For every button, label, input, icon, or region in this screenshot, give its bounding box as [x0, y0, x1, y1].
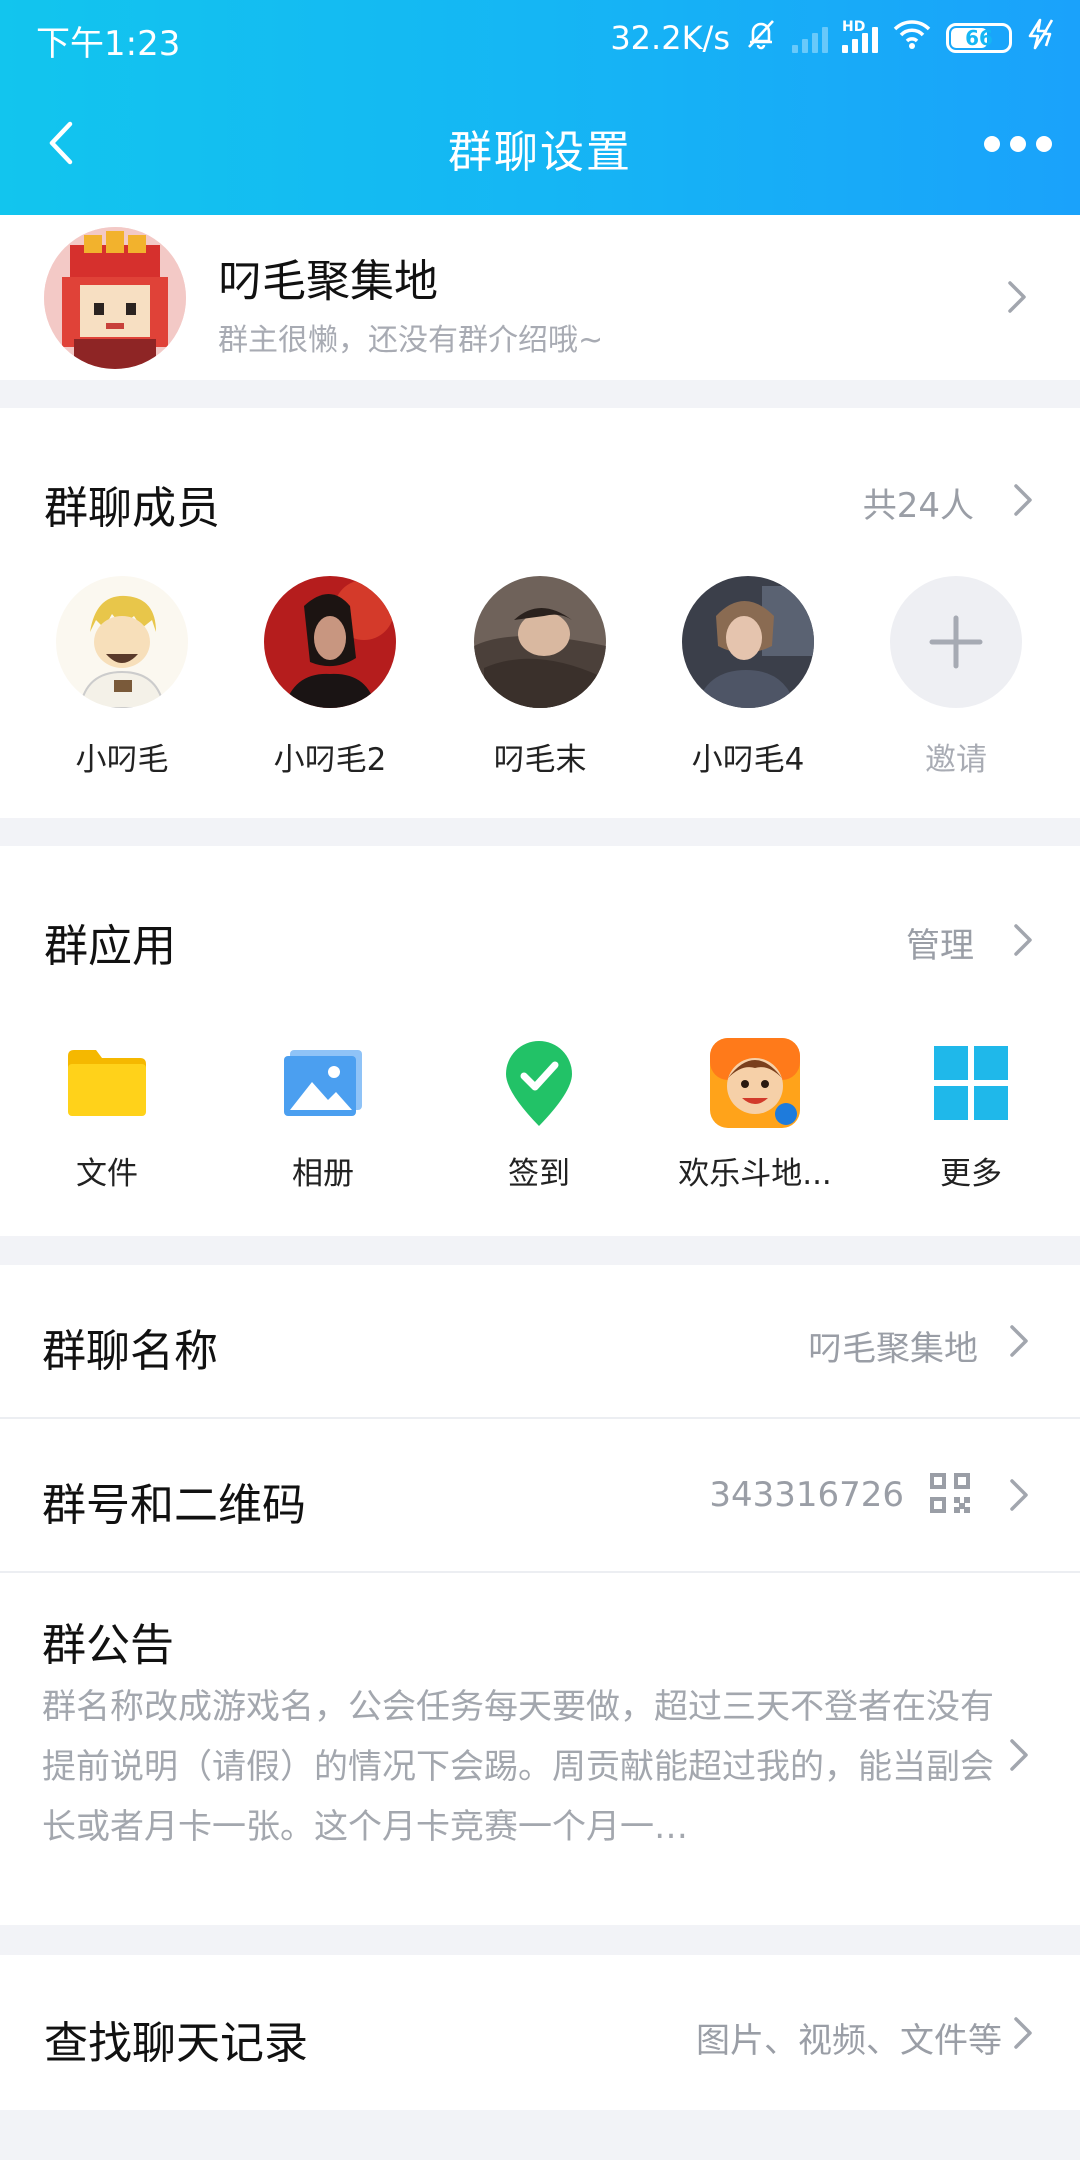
more-options-icon[interactable]	[984, 136, 1052, 152]
settings-list: 群聊名称 叼毛聚集地 群号和二维码 343316726 群公告 群名称改成游戏名…	[0, 1265, 1080, 1925]
invite-member-button[interactable]: 邀请	[866, 576, 1046, 779]
member-avatar	[474, 576, 606, 708]
apps-title: 群应用	[44, 921, 176, 972]
signal-sim2-hd-icon: HD	[842, 19, 878, 53]
member-avatar	[56, 576, 188, 708]
group-id-label: 群号和二维码	[42, 1480, 306, 1531]
network-speed: 32.2K/s	[610, 19, 730, 57]
group-intro: 群主很懒，还没有群介绍哦~	[218, 323, 604, 358]
status-icons: 32.2K/s HD 66	[610, 14, 1056, 62]
app-files[interactable]: 文件	[12, 1038, 202, 1193]
group-name-value: 叼毛聚集地	[808, 1329, 978, 1369]
member-item[interactable]: 叼毛末	[450, 576, 630, 779]
plus-icon	[890, 576, 1022, 708]
chevron-right-icon[interactable]	[1012, 482, 1034, 518]
checkin-icon	[494, 1038, 584, 1128]
member-name: 叼毛末	[493, 742, 587, 778]
status-time: 下午1:23	[36, 24, 181, 64]
group-name: 叼毛聚集地	[218, 256, 438, 307]
page-title: 群聊设置	[448, 127, 632, 178]
chevron-right-icon	[1008, 1477, 1030, 1513]
folder-icon	[62, 1038, 152, 1128]
app-label: 相册	[292, 1156, 354, 1192]
signal-sim1-icon	[792, 23, 828, 53]
app-label: 更多	[940, 1156, 1002, 1192]
search-label: 查找聊天记录	[44, 2018, 308, 2069]
group-name-row[interactable]: 群聊名称 叼毛聚集地	[0, 1265, 1080, 1417]
search-hint: 图片、视频、文件等	[696, 2021, 1002, 2061]
app-album[interactable]: 相册	[228, 1038, 418, 1193]
chevron-right-icon	[1008, 1737, 1030, 1773]
search-chat-history-row[interactable]: 查找聊天记录 图片、视频、文件等	[0, 1955, 1080, 2110]
top-bar: 下午1:23 32.2K/s HD 66 群聊设置	[0, 0, 1080, 215]
chevron-right-icon	[1006, 279, 1028, 315]
status-bar: 下午1:23 32.2K/s HD 66	[0, 0, 1080, 76]
battery-icon: 66	[946, 23, 1012, 53]
group-name-label: 群聊名称	[42, 1326, 218, 1377]
members-section: 群聊成员 共24人 小叼毛 小叼毛2 叼毛末 小叼毛4 邀请	[0, 408, 1080, 818]
notice-text: 群名称改成游戏名，公会任务每天要做，超过三天不登者在没有提前说明（请假）的情况下…	[42, 1687, 994, 1847]
members-title: 群聊成员	[44, 483, 220, 534]
charging-icon	[1026, 18, 1056, 58]
chevron-right-icon	[1012, 2015, 1034, 2051]
album-icon	[278, 1038, 368, 1128]
group-avatar	[44, 227, 186, 369]
chevron-right-icon[interactable]	[1012, 922, 1034, 958]
invite-label: 邀请	[925, 742, 987, 778]
app-doudizhu[interactable]: 欢乐斗地...	[660, 1038, 850, 1193]
member-name: 小叼毛2	[273, 742, 387, 778]
chevron-right-icon	[1008, 1323, 1030, 1359]
mute-bell-icon	[744, 17, 778, 59]
member-avatar	[682, 576, 814, 708]
game-icon	[710, 1038, 800, 1128]
members-count[interactable]: 共24人	[863, 478, 974, 527]
nav-bar: 群聊设置	[0, 90, 1080, 200]
app-label: 文件	[76, 1156, 138, 1192]
member-avatar	[264, 576, 396, 708]
grid-icon	[926, 1038, 1016, 1128]
member-item[interactable]: 小叼毛4	[658, 576, 838, 779]
battery-level: 66	[965, 26, 993, 50]
qr-code-icon	[930, 1473, 970, 1517]
member-name: 小叼毛	[75, 742, 169, 778]
group-id-value: 343316726	[709, 1475, 904, 1515]
member-item[interactable]: 小叼毛	[32, 576, 212, 779]
apps-manage-link[interactable]: 管理	[906, 918, 974, 967]
member-name: 小叼毛4	[691, 742, 805, 778]
group-apps-section: 群应用 管理 文件 相册 签到 欢乐斗地... 更多	[0, 846, 1080, 1236]
member-item[interactable]: 小叼毛2	[240, 576, 420, 779]
app-label: 欢乐斗地...	[678, 1156, 832, 1192]
app-label: 签到	[508, 1156, 570, 1192]
app-checkin[interactable]: 签到	[444, 1038, 634, 1193]
wifi-icon	[892, 18, 932, 58]
group-info-row[interactable]: 叼毛聚集地 群主很懒，还没有群介绍哦~	[0, 215, 1080, 380]
app-more[interactable]: 更多	[876, 1038, 1066, 1193]
group-notice-row[interactable]: 群公告 群名称改成游戏名，公会任务每天要做，超过三天不登者在没有提前说明（请假）…	[0, 1573, 1080, 1925]
group-id-qr-row[interactable]: 群号和二维码 343316726	[0, 1419, 1080, 1571]
notice-label: 群公告	[42, 1620, 174, 1671]
